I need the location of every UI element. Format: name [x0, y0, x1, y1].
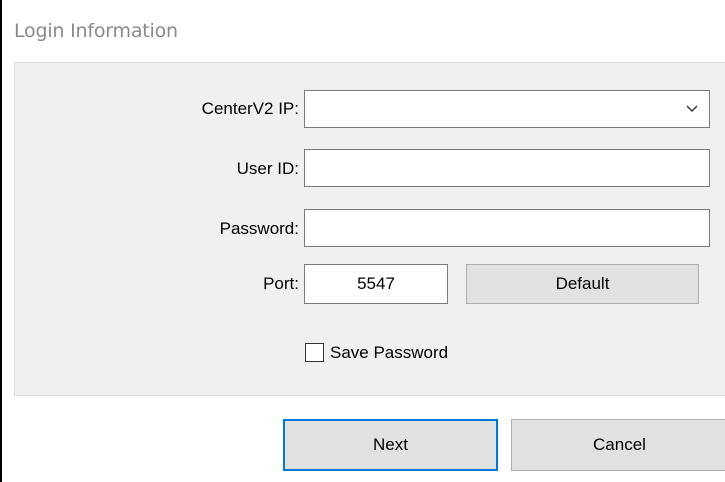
user-id-input[interactable] — [304, 149, 710, 187]
save-password-checkbox[interactable] — [305, 343, 324, 362]
port-label: Port: — [263, 274, 299, 293]
center-ip-combobox[interactable] — [304, 90, 710, 128]
login-form-panel: CenterV2 IP: User ID: Password: Port: 55… — [14, 62, 725, 396]
next-button[interactable]: Next — [283, 419, 498, 471]
save-password-label[interactable]: Save Password — [330, 343, 448, 363]
title-bar: Login Information — [4, 0, 725, 62]
password-label: Password: — [219, 219, 299, 238]
center-ip-label: CenterV2 IP: — [201, 99, 299, 118]
window-title: Login Information — [14, 20, 178, 42]
login-dialog: Login Information CenterV2 IP: User ID: … — [0, 0, 725, 482]
password-input[interactable] — [304, 209, 710, 247]
user-id-label: User ID: — [236, 159, 299, 178]
cancel-button[interactable]: Cancel — [511, 419, 725, 471]
default-port-button[interactable]: Default — [466, 264, 699, 304]
chevron-down-icon[interactable] — [685, 101, 699, 115]
port-input[interactable]: 5547 — [304, 264, 448, 304]
